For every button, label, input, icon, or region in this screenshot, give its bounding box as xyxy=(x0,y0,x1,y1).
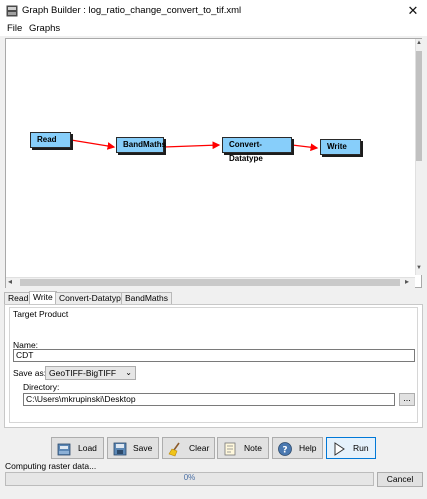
target-product-group: Target Product Name: CDT Save as: GeoTIF… xyxy=(9,307,418,423)
graph-canvas[interactable]: Read BandMaths Convert-Datatype Write ▲ … xyxy=(5,38,423,288)
status-text: Computing raster data... xyxy=(5,461,97,471)
menu-bar: File Graphs xyxy=(0,22,427,36)
folder-icon xyxy=(57,443,71,456)
edge-convert-write xyxy=(291,143,319,152)
clear-button-label: Clear xyxy=(189,443,210,453)
title-bar: Graph Builder : log_ratio_change_convert… xyxy=(0,0,427,22)
graph-edges xyxy=(70,139,319,152)
load-button-label: Load xyxy=(78,443,97,453)
directory-field[interactable]: C:\Users\mkrupinski\Desktop xyxy=(23,393,395,406)
clear-button[interactable]: Clear xyxy=(162,437,215,459)
run-button[interactable]: Run xyxy=(326,437,376,459)
help-button-label: Help xyxy=(299,443,317,453)
scroll-right-icon[interactable]: ▸ xyxy=(405,277,409,286)
horizontal-scroll-thumb[interactable] xyxy=(20,279,400,286)
help-button[interactable]: ? Help xyxy=(272,437,323,459)
chevron-down-icon: ⌄ xyxy=(125,368,132,377)
graph-node-write[interactable]: Write xyxy=(320,139,361,155)
progress-percent: 0% xyxy=(183,473,196,482)
edge-bandmaths-convert xyxy=(163,141,221,150)
scroll-left-icon[interactable]: ◂ xyxy=(8,277,12,286)
save-button-label: Save xyxy=(133,443,153,453)
broom-icon xyxy=(168,442,180,457)
graph-builder-app-icon xyxy=(6,5,18,17)
cancel-button[interactable]: Cancel xyxy=(377,472,423,487)
operator-tabs: Read Write Convert-Datatype BandMaths xyxy=(4,291,423,306)
run-button-label: Run xyxy=(353,443,369,453)
menu-file[interactable]: File xyxy=(7,23,22,34)
directory-label: Directory: xyxy=(23,382,60,392)
graph-node-bandmaths[interactable]: BandMaths xyxy=(116,137,166,153)
load-button[interactable]: Load xyxy=(51,437,104,459)
window-title: Graph Builder : log_ratio_change_convert… xyxy=(22,5,242,16)
graph-node-read[interactable]: Read xyxy=(30,132,71,148)
note-button-label: Note xyxy=(244,443,262,453)
save-as-label: Save as: xyxy=(13,368,47,378)
help-icon: ? xyxy=(278,442,292,456)
menu-graphs[interactable]: Graphs xyxy=(29,23,60,34)
browse-directory-button[interactable]: ... xyxy=(399,393,415,406)
play-icon xyxy=(334,442,345,456)
scroll-down-icon[interactable]: ▼ xyxy=(416,265,422,271)
svg-text:?: ? xyxy=(282,446,287,456)
save-as-format-value: GeoTIFF-BigTIFF xyxy=(49,368,117,378)
write-tab-panel: Target Product Name: CDT Save as: GeoTIF… xyxy=(4,304,423,428)
save-button[interactable]: Save xyxy=(107,437,159,459)
target-product-title: Target Product xyxy=(13,309,69,319)
note-button[interactable]: Note xyxy=(217,437,269,459)
graph-node-convert-datatype[interactable]: Convert-Datatype xyxy=(222,137,292,163)
save-as-format-select[interactable]: GeoTIFF-BigTIFF ⌄ xyxy=(45,366,136,380)
scroll-up-icon[interactable]: ▲ xyxy=(416,40,422,46)
name-field[interactable]: CDT xyxy=(13,349,415,362)
save-icon xyxy=(113,442,127,456)
edge-read-bandmaths xyxy=(70,139,116,150)
note-icon xyxy=(224,442,236,456)
close-window-button[interactable]: ✕ xyxy=(400,1,426,21)
vertical-scroll-thumb[interactable] xyxy=(416,51,422,161)
